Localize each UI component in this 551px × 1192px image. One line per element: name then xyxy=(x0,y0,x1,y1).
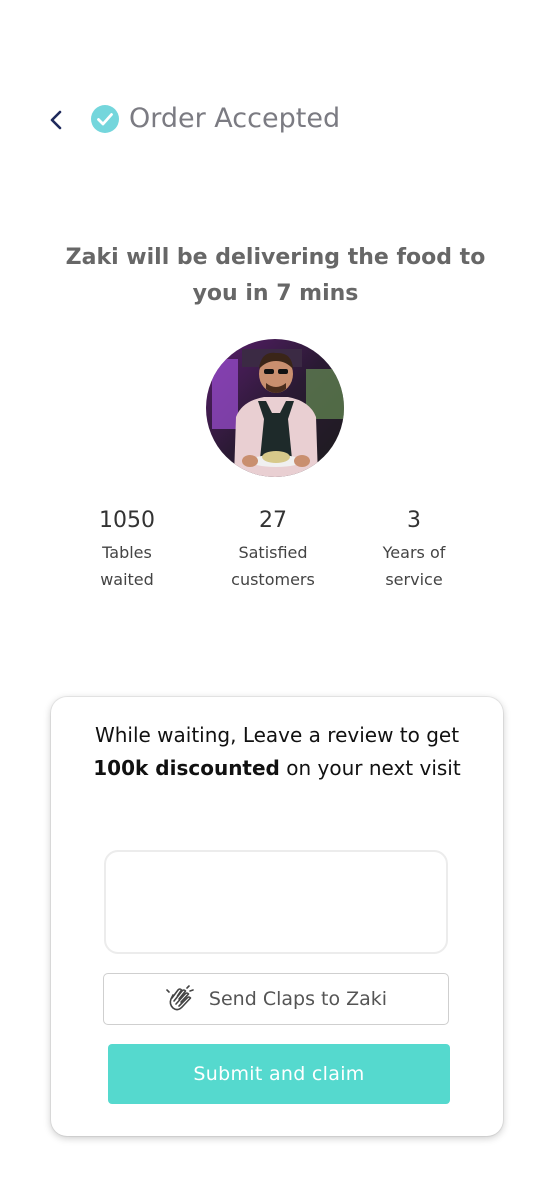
page-title: Order Accepted xyxy=(129,103,341,134)
submit-and-claim-button[interactable]: Submit and claim xyxy=(108,1044,450,1104)
chevron-left-icon xyxy=(50,110,62,130)
waiter-avatar xyxy=(206,339,344,477)
stat-label: Years of service xyxy=(382,543,446,589)
send-claps-button[interactable]: Send Claps to Zaki xyxy=(103,973,449,1025)
review-input[interactable] xyxy=(104,850,448,954)
stat-label: Tables waited xyxy=(100,543,154,589)
review-prompt: While waiting, Leave a review to get 100… xyxy=(93,723,461,780)
check-circle-icon xyxy=(91,105,119,133)
back-button[interactable] xyxy=(40,104,72,136)
stat-value: 1050 xyxy=(99,508,155,533)
stat-satisfied-customers: 27 Satisfied customers xyxy=(193,505,353,593)
send-claps-label: Send Claps to Zaki xyxy=(208,988,388,1010)
submit-label: Submit and claim xyxy=(193,1063,365,1085)
stat-value: 3 xyxy=(407,508,421,533)
discount-highlight: 100k discounted xyxy=(93,756,280,780)
stat-tables-waited: 1050 Tables waited xyxy=(47,505,207,593)
review-card: While waiting, Leave a review to get 100… xyxy=(51,697,503,1136)
stat-years-of-service: 3 Years of service xyxy=(334,505,494,593)
stat-label: Satisfied customers xyxy=(231,543,315,589)
delivery-headline: Zaki will be delivering the food to you … xyxy=(65,245,486,306)
header-bar: Order Accepted xyxy=(0,92,551,148)
clapping-hands-icon xyxy=(166,985,194,1011)
stat-value: 27 xyxy=(259,508,287,533)
